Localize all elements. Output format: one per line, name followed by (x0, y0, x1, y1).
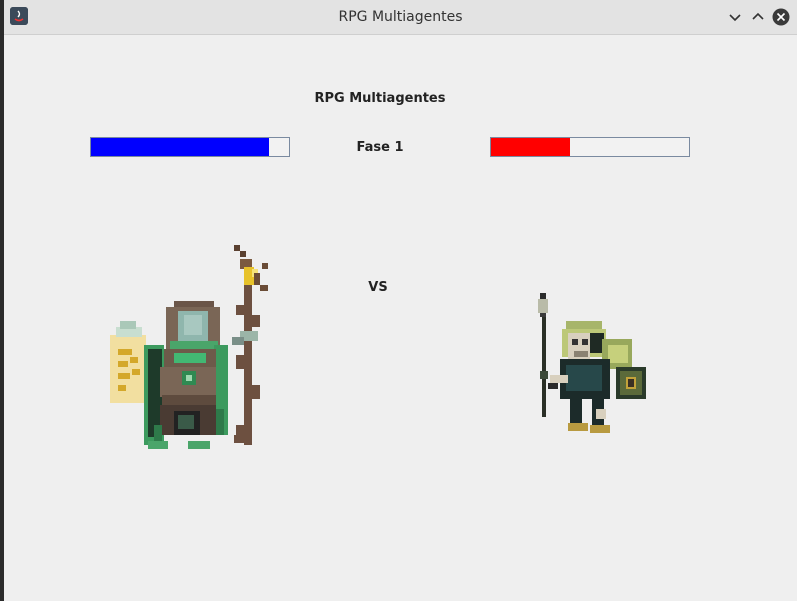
close-button[interactable] (772, 8, 790, 26)
chevron-up-icon (752, 12, 764, 20)
minimize-button[interactable] (726, 8, 744, 26)
player-health-fill (91, 138, 270, 156)
title-bar[interactable]: RPG Multiagentes (4, 0, 797, 35)
enemy-sprite (538, 293, 646, 433)
app-window: RPG Multiagentes RPG Multiagentes Fase 1 (4, 0, 797, 601)
phase-label: Fase 1 (356, 140, 404, 155)
player-health-bar (90, 137, 290, 157)
chevron-down-icon (729, 14, 741, 22)
window-title: RPG Multiagentes (338, 9, 463, 25)
enemy-health-bar (490, 137, 690, 157)
game-panel: RPG Multiagentes Fase 1 VS (4, 35, 797, 601)
maximize-button[interactable] (749, 8, 767, 26)
close-icon (772, 8, 790, 26)
game-title: RPG Multiagentes (314, 91, 446, 106)
player-sprite (110, 245, 268, 449)
versus-label: VS (368, 280, 388, 295)
enemy-health-fill (491, 138, 571, 156)
